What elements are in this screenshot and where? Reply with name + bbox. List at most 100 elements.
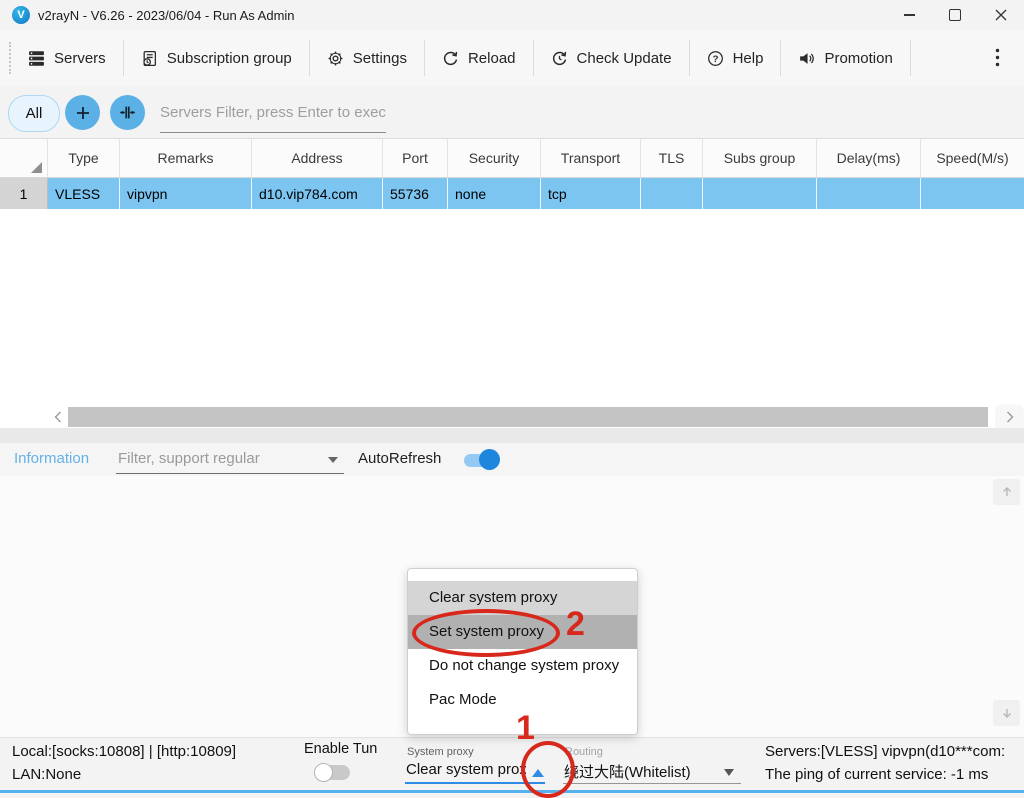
close-icon (995, 9, 1007, 21)
svg-text:?: ? (712, 53, 718, 64)
routing-label: Routing (565, 746, 603, 758)
hscrollbar-right-button[interactable] (997, 405, 1022, 429)
subscription-group-menu[interactable]: Subscription group (124, 38, 309, 78)
settings-gear-icon (327, 50, 344, 67)
ping-status: The ping of current service: -1 ms (765, 766, 988, 783)
menu-item-set-system-proxy[interactable]: Set system proxy (408, 615, 637, 649)
column-header-remarks[interactable]: Remarks (120, 139, 252, 177)
column-header-transport[interactable]: Transport (541, 139, 641, 177)
servers-filter-underline (160, 132, 386, 133)
enable-tun-label: Enable Tun (304, 741, 377, 757)
settings-menu[interactable]: Settings (310, 38, 424, 78)
information-label: Information (14, 450, 89, 467)
column-header-speed[interactable]: Speed(M/s) (921, 139, 1024, 177)
cell-type[interactable]: VLESS (48, 178, 120, 209)
servers-menu[interactable]: Servers (11, 38, 123, 78)
system-proxy-label: System proxy (407, 746, 474, 758)
promotion-label: Promotion (824, 50, 892, 67)
autorefresh-toggle-knob[interactable] (479, 449, 500, 470)
servers-filter-input[interactable]: Servers Filter, press Enter to exec (160, 104, 386, 121)
autofit-column-button[interactable] (110, 95, 145, 130)
arrow-up-icon (1001, 486, 1013, 498)
kebab-menu-icon (995, 48, 1000, 67)
message-filter-input[interactable]: Filter, support regular (118, 450, 318, 467)
promotion-speaker-icon (798, 50, 815, 67)
chevron-left-icon (54, 411, 62, 423)
chevron-right-icon (1006, 411, 1014, 423)
scroll-to-bottom-button[interactable] (993, 700, 1020, 726)
routing-combo[interactable]: 绕过大陆(Whitelist) (564, 761, 691, 782)
column-header-delay[interactable]: Delay(ms) (817, 139, 921, 177)
splitter-handle[interactable] (0, 428, 1024, 443)
cell-delay[interactable] (817, 178, 921, 209)
corner-triangle-icon (31, 162, 42, 173)
all-tab-label: All (26, 105, 43, 122)
servers-icon (28, 50, 45, 67)
column-header-port[interactable]: Port (383, 139, 448, 177)
information-bar: Information Filter, support regular Auto… (0, 443, 1024, 476)
cell-tls[interactable] (641, 178, 703, 209)
help-icon: ? (707, 50, 724, 67)
help-label: Help (733, 50, 764, 67)
routing-dropdown-arrow-icon[interactable] (724, 769, 734, 776)
promotion-menu[interactable]: Promotion (781, 38, 909, 78)
column-header-security[interactable]: Security (448, 139, 541, 177)
cell-subs-group[interactable] (703, 178, 817, 209)
subscription-all-tab[interactable]: All (8, 95, 60, 132)
title-bar: V v2rayN - V6.26 - 2023/06/04 - Run As A… (0, 0, 1024, 30)
message-filter-dropdown-arrow-icon[interactable] (328, 457, 338, 463)
menu-item-do-not-change-system-proxy[interactable]: Do not change system proxy (408, 649, 637, 683)
cell-transport[interactable]: tcp (541, 178, 641, 209)
maximize-button[interactable] (932, 0, 978, 30)
column-header-tls[interactable]: TLS (641, 139, 703, 177)
toolbar-separator (910, 40, 911, 76)
minimize-button[interactable] (886, 0, 932, 30)
hscrollbar-left-button[interactable] (48, 407, 68, 427)
column-width-icon (119, 104, 136, 121)
select-all-corner-cell[interactable] (0, 139, 48, 177)
column-header-subs-group[interactable]: Subs group (703, 139, 817, 177)
local-ports-status: Local:[socks:10808] | [http:10809] (12, 743, 236, 760)
system-proxy-dropdown-arrow-icon[interactable] (532, 769, 544, 777)
subscription-group-label: Subscription group (167, 50, 292, 67)
system-proxy-dropdown-menu: Clear system proxy Set system proxy Do n… (407, 568, 638, 735)
cell-port[interactable]: 55736 (383, 178, 448, 209)
reload-button[interactable]: Reload (425, 38, 533, 78)
minimize-icon (904, 14, 915, 15)
add-server-button[interactable] (65, 95, 100, 130)
arrow-down-icon (1001, 707, 1013, 719)
current-server-status: Servers:[VLESS] vipvpn(d10***com: (765, 743, 1005, 760)
plus-icon (75, 105, 91, 121)
status-bar: Local:[socks:10808] | [http:10809] LAN:N… (0, 737, 1024, 791)
server-filter-bar: All Servers Filter, press Enter to exec (0, 86, 1024, 138)
lan-status: LAN:None (12, 766, 81, 783)
menu-item-clear-system-proxy[interactable]: Clear system proxy (408, 581, 637, 615)
servers-table: Type Remarks Address Port Security Trans… (0, 138, 1024, 431)
row-number-cell[interactable]: 1 (0, 178, 48, 209)
cell-address[interactable]: d10.vip784.com (252, 178, 383, 209)
cell-remarks[interactable]: vipvpn (120, 178, 252, 209)
hscrollbar-thumb[interactable] (68, 407, 988, 427)
main-toolbar: Servers Subscription group Settings Relo… (0, 30, 1024, 86)
check-update-menu[interactable]: Check Update (534, 38, 689, 78)
more-menu-button[interactable] (980, 40, 1014, 74)
cell-security[interactable]: none (448, 178, 541, 209)
system-proxy-underline (405, 782, 545, 784)
column-header-type[interactable]: Type (48, 139, 120, 177)
table-header-row: Type Remarks Address Port Security Trans… (0, 139, 1024, 178)
check-update-icon (551, 50, 568, 67)
app-logo-icon: V (12, 6, 30, 24)
column-header-address[interactable]: Address (252, 139, 383, 177)
menu-item-pac-mode[interactable]: Pac Mode (408, 683, 637, 717)
subscription-group-icon (141, 50, 158, 67)
help-menu[interactable]: ? Help (690, 38, 781, 78)
table-row[interactable]: 1 VLESS vipvpn d10.vip784.com 55736 none… (0, 178, 1024, 209)
window-title: v2rayN - V6.26 - 2023/06/04 - Run As Adm… (38, 8, 295, 23)
system-proxy-combo[interactable]: Clear system proxy (406, 761, 526, 778)
close-button[interactable] (978, 0, 1024, 30)
scroll-to-top-button[interactable] (993, 479, 1020, 505)
settings-label: Settings (353, 50, 407, 67)
autorefresh-label: AutoRefresh (358, 450, 441, 467)
cell-speed[interactable] (921, 178, 1024, 209)
enable-tun-toggle-knob[interactable] (314, 763, 333, 782)
